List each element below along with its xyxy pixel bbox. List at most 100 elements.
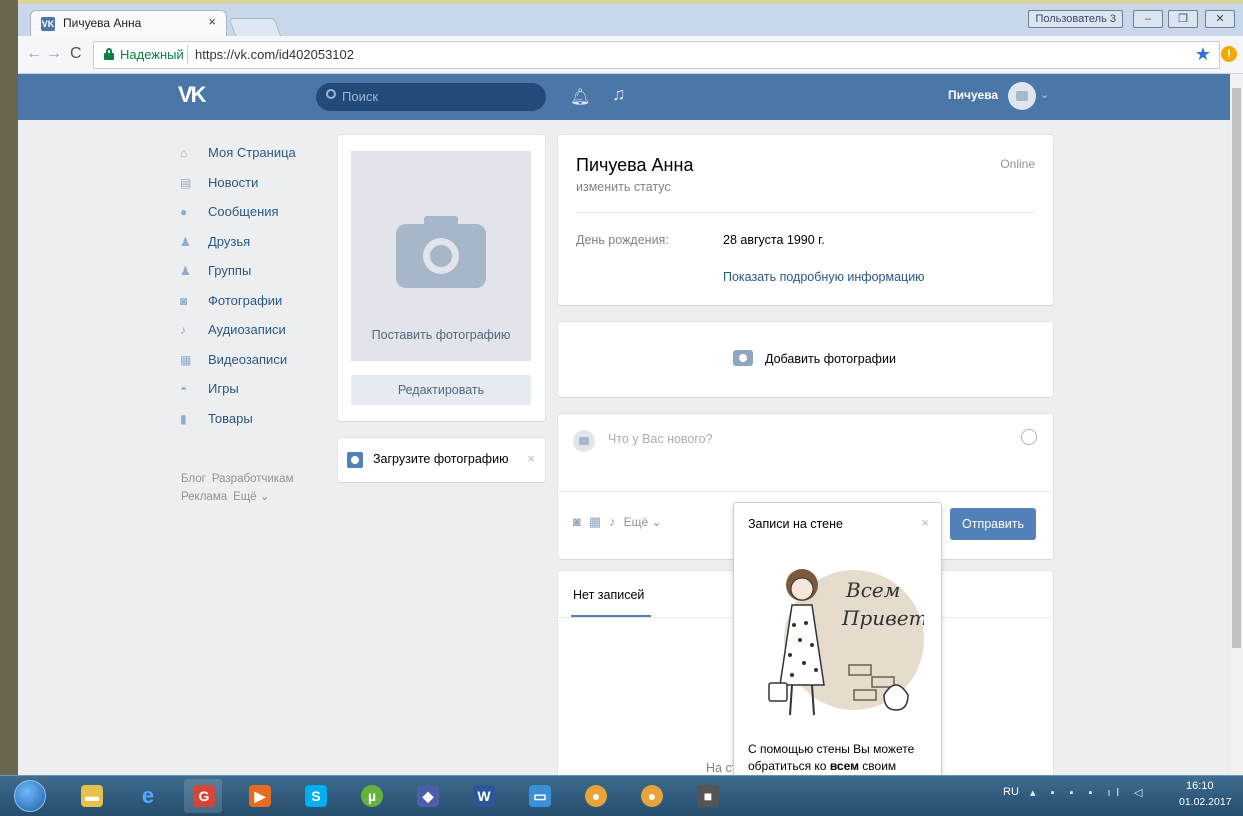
search-input[interactable]: Поиск	[316, 83, 546, 111]
monitor-icon: ▭	[529, 785, 551, 807]
online-status: Online	[1000, 157, 1035, 171]
forward-arrow-icon[interactable]: →	[46, 45, 62, 63]
language-indicator[interactable]: RU	[1003, 786, 1019, 798]
illustration-text-2: Привет!	[841, 606, 924, 630]
edit-button[interactable]: Редактировать	[351, 375, 531, 405]
chevron-down-icon[interactable]: ⌄	[1040, 88, 1049, 101]
skype-icon: S	[305, 785, 327, 807]
nav-item-messages[interactable]: ● Сообщения	[178, 199, 318, 229]
secure-label: Надежный	[120, 47, 184, 62]
taskbar-camera[interactable]: ■	[688, 779, 726, 813]
set-photo-label: Поставить фотографию	[371, 328, 511, 342]
more-attach-button[interactable]: Ещё ⌄	[624, 515, 662, 529]
taskbar-skype[interactable]: S	[296, 779, 334, 813]
url-text[interactable]: https://vk.com/id402053102	[195, 47, 354, 62]
post-input[interactable]: Что у Вас нового?	[608, 432, 713, 446]
camera-icon	[733, 350, 753, 366]
nav-item-video[interactable]: ▦ Видеозаписи	[178, 347, 318, 377]
change-status-link[interactable]: изменить статус	[576, 180, 671, 194]
page-scrollbar[interactable]	[1230, 74, 1243, 775]
photos-icon: ◙	[180, 293, 188, 308]
bell-icon[interactable]: 🔔︎	[570, 87, 590, 107]
windows-taskbar: ▬ e G ▶ S µ ◆ W ▭ ● ● ■ RU ▴ ▪ ▪ ▪ ıl ◁ …	[0, 775, 1243, 816]
profile-badge[interactable]: Пользователь 3	[1028, 10, 1123, 28]
avatar[interactable]	[1008, 82, 1036, 110]
nav-item-friends[interactable]: ♟ Друзья	[178, 229, 318, 259]
reload-icon[interactable]: C	[70, 45, 82, 63]
extension-icon[interactable]: !	[1221, 46, 1237, 62]
taskbar-chrome-2[interactable]: ●	[576, 779, 614, 813]
nav-footer-links: Блог Разработчикам Реклама Ещё ⌄	[181, 470, 331, 506]
bookmark-star-icon[interactable]: ★	[1195, 44, 1211, 65]
tab-close-icon[interactable]: ×	[208, 14, 216, 29]
scrollbar-thumb[interactable]	[1232, 88, 1241, 648]
audio-attach-icon[interactable]: ♪	[609, 514, 616, 529]
clock-time[interactable]: 16:10	[1186, 780, 1214, 792]
taskbar-monitor[interactable]: ▭	[520, 779, 558, 813]
video-camera-icon: ■	[697, 785, 719, 807]
avatar	[573, 430, 595, 452]
taskbar-chrome-3[interactable]: ●	[632, 779, 670, 813]
home-icon: ⌂	[180, 146, 188, 160]
footer-link-blog[interactable]: Блог	[181, 473, 206, 485]
system-tray-icons[interactable]: ▴ ▪ ▪ ▪ ıl ◁	[1030, 786, 1148, 799]
add-photos-card[interactable]: Добавить фотографии	[558, 322, 1053, 397]
groups-icon: ♟	[180, 264, 191, 278]
close-window-button[interactable]: ✕	[1205, 10, 1235, 28]
minimize-button[interactable]: –	[1133, 10, 1163, 28]
back-arrow-icon[interactable]: ←	[26, 45, 42, 63]
nav-item-photos[interactable]: ◙ Фотографии	[178, 288, 318, 318]
footer-link-more[interactable]: Ещё ⌄	[233, 491, 269, 503]
nav-item-games[interactable]: ◓ Игры	[178, 376, 318, 406]
popup-title: Записи на стене	[748, 517, 843, 531]
birthday-value[interactable]: 28 августа 1990 г.	[723, 233, 825, 247]
clock-date[interactable]: 01.02.2017	[1179, 796, 1232, 808]
nav-item-my-page[interactable]: ⌂ Моя Страница	[178, 140, 318, 170]
vk-logo[interactable]: VK	[178, 82, 207, 108]
nav-item-groups[interactable]: ♟ Группы	[178, 258, 318, 288]
taskbar-ie[interactable]: e	[128, 779, 166, 813]
birthday-label: День рождения:	[576, 233, 669, 247]
chrome-icon: ●	[641, 785, 663, 807]
header-username[interactable]: Пичуева	[948, 88, 998, 102]
news-icon: ▤	[180, 175, 192, 190]
footer-link-ads[interactable]: Реклама	[181, 491, 227, 503]
upload-photo-card[interactable]: Загрузите фотографию ×	[338, 438, 545, 482]
emoji-icon[interactable]	[1021, 429, 1037, 445]
tab-wall-posts[interactable]: Нет записей	[573, 588, 644, 602]
lock-icon	[104, 48, 114, 60]
profile-photo-placeholder[interactable]: Поставить фотографию	[351, 151, 531, 361]
close-icon[interactable]: ×	[527, 451, 535, 466]
footer-link-developers[interactable]: Разработчикам	[212, 473, 294, 485]
page-viewport: VK Поиск 🔔︎ ♫ Пичуева ⌄ ⌂ Моя Страница ▤ Н…	[18, 74, 1230, 775]
books-icon: ◆	[417, 785, 439, 807]
start-button[interactable]	[14, 780, 46, 812]
maximize-button[interactable]: ❐	[1168, 10, 1198, 28]
taskbar-utorrent[interactable]: µ	[352, 779, 390, 813]
video-attach-icon[interactable]: ▦	[589, 514, 601, 529]
games-icon: ◓	[180, 382, 188, 396]
photo-attach-icon[interactable]: ◙	[573, 514, 581, 529]
taskbar-explorer[interactable]: ▬	[72, 779, 110, 813]
nav-item-audio[interactable]: ♪ Аудиозаписи	[178, 317, 318, 347]
music-icon[interactable]: ♫	[612, 84, 626, 105]
browser-tab-active[interactable]: VK Пичуева Анна ×	[30, 10, 227, 37]
close-icon[interactable]: ×	[921, 515, 929, 530]
send-button[interactable]: Отправить	[950, 508, 1036, 540]
taskbar-word[interactable]: W	[464, 779, 502, 813]
ie-icon: e	[141, 783, 155, 808]
profile-info-card: Пичуева Анна изменить статус Online День…	[558, 135, 1053, 305]
url-input[interactable]: Надежный https://vk.com/id402053102 ★	[93, 41, 1220, 69]
nav-item-news[interactable]: ▤ Новости	[178, 170, 318, 200]
vk-header: VK Поиск 🔔︎ ♫ Пичуева ⌄	[18, 74, 1230, 120]
nav-item-goods[interactable]: ▮ Товары	[178, 406, 318, 436]
show-details-link[interactable]: Показать подробную информацию	[723, 270, 925, 284]
document-left-strip	[0, 0, 18, 775]
camera-icon	[347, 452, 363, 468]
taskbar-chrome-active[interactable]: G	[184, 779, 222, 813]
popup-body-text: С помощью стены Вы можете обратиться ко …	[748, 742, 915, 773]
taskbar-app-books[interactable]: ◆	[408, 779, 446, 813]
new-tab-button[interactable]	[228, 18, 282, 37]
media-player-icon: ▶	[249, 785, 271, 807]
taskbar-media-player[interactable]: ▶	[240, 779, 278, 813]
